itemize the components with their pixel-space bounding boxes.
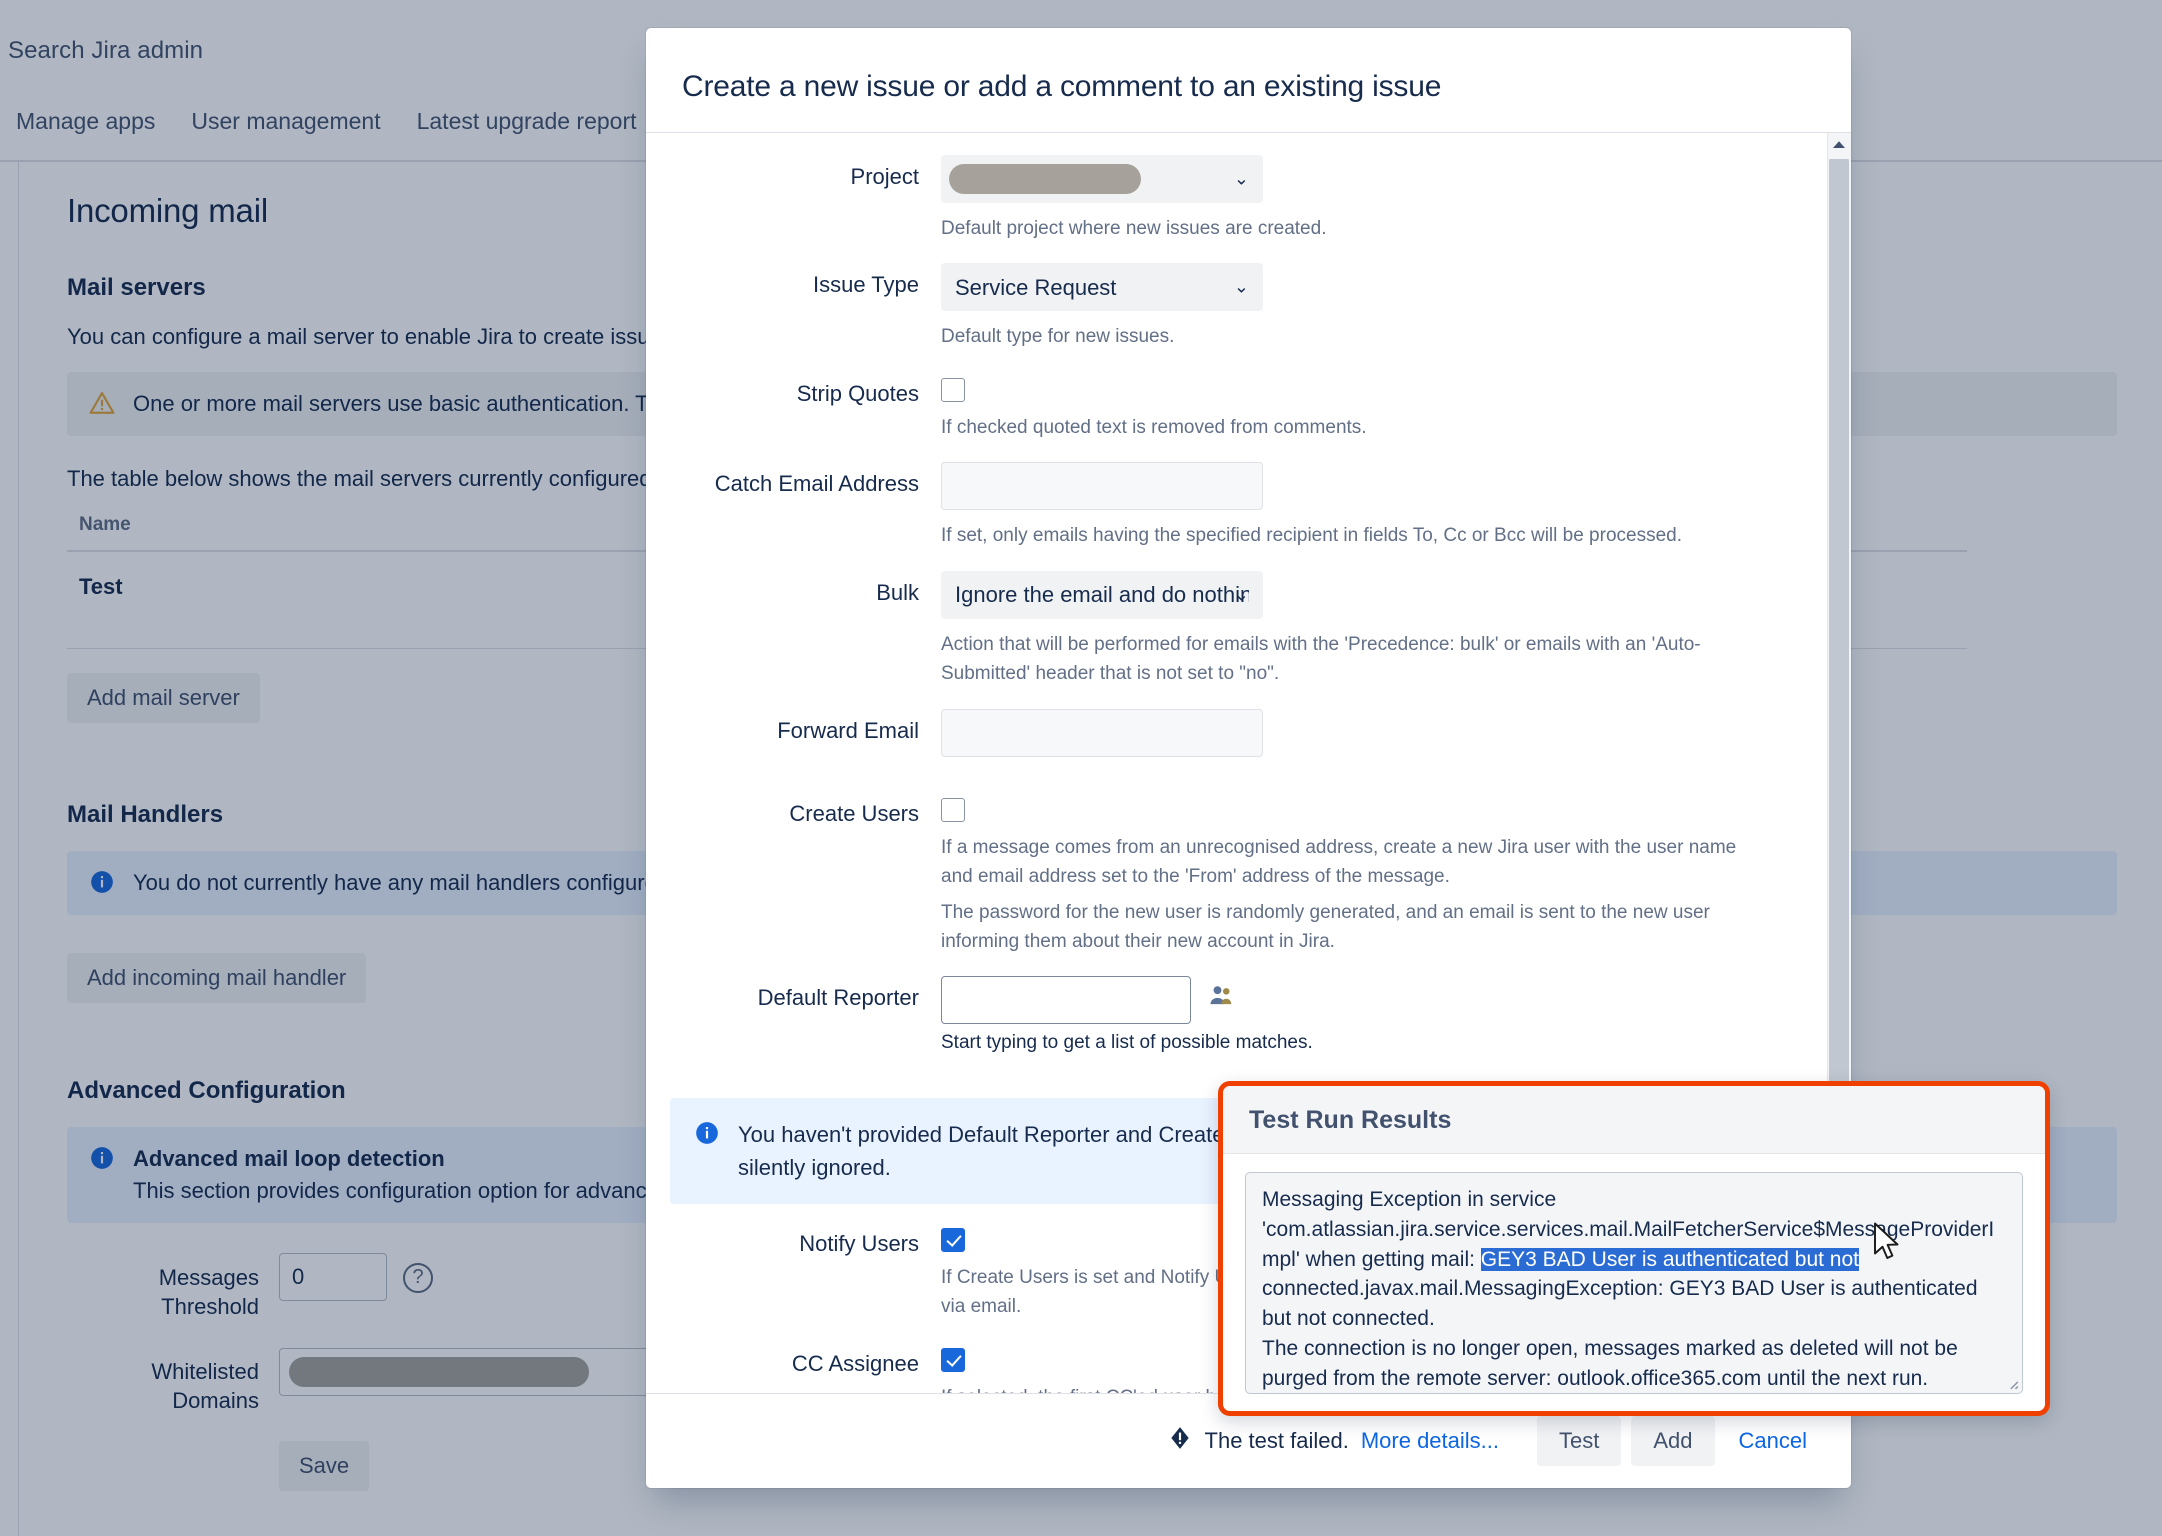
- bulk-label: Bulk: [876, 579, 919, 605]
- project-select[interactable]: [941, 155, 1263, 203]
- default-reporter-input[interactable]: [941, 976, 1191, 1025]
- issue-type-select[interactable]: Service Request: [941, 263, 1263, 312]
- error-text-selected[interactable]: GEY3 BAD User is authenticated but not: [1480, 1247, 1859, 1271]
- catch-email-address-input[interactable]: [941, 462, 1263, 511]
- project-help: Default project where new issues are cre…: [941, 218, 1327, 239]
- tab-latest-upgrade-report[interactable]: Latest upgrade report: [417, 110, 637, 145]
- strip-quotes-checkbox[interactable]: [941, 377, 965, 402]
- strip-quotes-help: If checked quoted text is removed from c…: [941, 416, 1367, 438]
- tab-manage-apps[interactable]: Manage apps: [16, 110, 155, 145]
- field-create-users: Create Users If a message comes from an …: [646, 792, 1851, 977]
- bulk-help: Action that will be performed for emails…: [941, 633, 1701, 685]
- warning-icon: [89, 390, 115, 416]
- save-button[interactable]: Save: [279, 1441, 370, 1492]
- add-incoming-mail-handler-button[interactable]: Add incoming mail handler: [67, 952, 367, 1003]
- mouse-cursor-icon: [1872, 1222, 1902, 1269]
- scroll-up-arrow-icon[interactable]: [1830, 136, 1848, 154]
- create-users-label: Create Users: [789, 800, 919, 826]
- dialog-title: Create a new issue or add a comment to a…: [682, 70, 1442, 103]
- resize-handle-icon[interactable]: [2005, 1376, 2019, 1390]
- create-users-help-2: The password for the new user is randoml…: [941, 901, 1710, 952]
- messages-threshold-input[interactable]: [279, 1252, 387, 1301]
- user-picker-icon[interactable]: [1207, 982, 1235, 1015]
- issue-type-help: Default type for new issues.: [941, 326, 1175, 348]
- project-label: Project: [850, 164, 919, 189]
- default-reporter-help: Start typing to get a list of possible m…: [941, 1032, 1313, 1054]
- create-users-checkbox[interactable]: [941, 797, 965, 822]
- info-icon: [694, 1120, 720, 1146]
- field-project: Project ⌄ Default project where new issu…: [646, 155, 1851, 263]
- cc-assignee-checkbox[interactable]: [941, 1347, 965, 1372]
- info-icon: [89, 1145, 115, 1171]
- error-icon: [1167, 1425, 1193, 1457]
- redacted-value: [289, 1356, 589, 1387]
- messages-threshold-label: Messages Threshold: [158, 1264, 259, 1320]
- dialog-header: Create a new issue or add a comment to a…: [646, 28, 1851, 133]
- forward-email-input[interactable]: [941, 708, 1263, 757]
- add-mail-server-button[interactable]: Add mail server: [67, 672, 260, 723]
- dialog-scrollbar-thumb[interactable]: [1829, 159, 1849, 1109]
- default-reporter-label: Default Reporter: [757, 985, 919, 1011]
- add-button[interactable]: Add: [1631, 1416, 1715, 1466]
- notify-users-checkbox[interactable]: [941, 1227, 965, 1252]
- no-mail-handlers-text: You do not currently have any mail handl…: [133, 869, 676, 895]
- test-run-results-popup: Test Run Results Messaging Exception in …: [1218, 1081, 2050, 1416]
- field-strip-quotes: Strip Quotes If checked quoted text is r…: [646, 372, 1851, 462]
- info-icon: [89, 869, 115, 895]
- notify-users-label: Notify Users: [799, 1230, 919, 1256]
- tab-user-management[interactable]: User management: [191, 110, 380, 145]
- help-icon[interactable]: ?: [403, 1262, 433, 1293]
- test-run-output-box[interactable]: Messaging Exception in service 'com.atla…: [1245, 1172, 2023, 1394]
- bulk-select-wrap[interactable]: Ignore the email and do nothing ⌄: [941, 570, 1263, 619]
- field-catch-email-address: Catch Email Address If set, only emails …: [646, 462, 1851, 570]
- test-button[interactable]: Test: [1537, 1416, 1622, 1466]
- field-bulk: Bulk Ignore the email and do nothing ⌄ A…: [646, 570, 1851, 709]
- search-jira-admin-input[interactable]: Search Jira admin: [8, 37, 203, 65]
- advanced-banner-title: Advanced mail loop detection: [133, 1145, 445, 1171]
- test-run-error-text: Messaging Exception in service 'com.atla…: [1262, 1185, 2006, 1393]
- create-users-help-1: If a message comes from an unrecognised …: [941, 836, 1737, 888]
- field-default-reporter: Default Reporter Start typing to get a l…: [646, 976, 1851, 1077]
- bulk-select[interactable]: Ignore the email and do nothing: [941, 570, 1263, 619]
- test-failed-text: The test failed.: [1204, 1428, 1349, 1453]
- strip-quotes-label: Strip Quotes: [796, 380, 919, 406]
- forward-email-label: Forward Email: [777, 717, 919, 743]
- issue-type-select-wrap[interactable]: Service Request ⌄: [941, 263, 1263, 312]
- more-details-link[interactable]: More details...: [1361, 1428, 1499, 1454]
- test-run-title: Test Run Results: [1249, 1106, 1452, 1134]
- field-issue-type: Issue Type Service Request ⌄ Default typ…: [646, 263, 1851, 371]
- test-status: The test failed. More details...: [1167, 1425, 1499, 1457]
- catch-email-address-label: Catch Email Address: [714, 471, 919, 497]
- test-run-header: Test Run Results: [1223, 1086, 2045, 1154]
- error-text-part-2: connected.javax.mail.MessagingException:…: [1262, 1277, 1978, 1390]
- field-forward-email: Forward Email: [646, 708, 1851, 792]
- cancel-button[interactable]: Cancel: [1725, 1416, 1821, 1466]
- project-select-wrap[interactable]: ⌄: [941, 155, 1263, 203]
- whitelisted-domains-label: Whitelisted Domains: [151, 1358, 259, 1413]
- cc-assignee-label: CC Assignee: [791, 1350, 919, 1376]
- catch-email-address-help: If set, only emails having the specified…: [941, 525, 1682, 547]
- issue-type-label: Issue Type: [813, 272, 919, 298]
